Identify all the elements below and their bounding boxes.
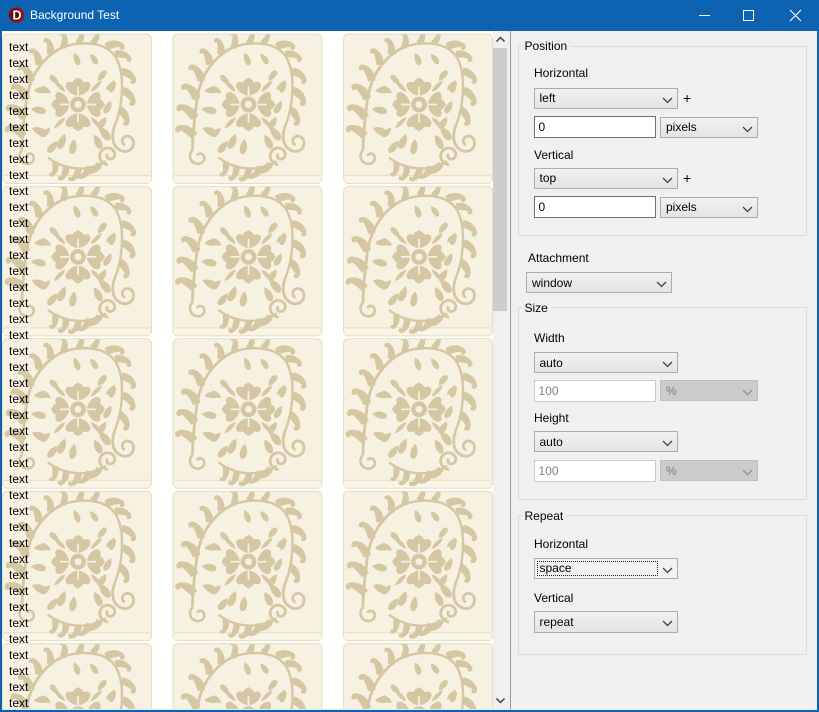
svg-text:D: D xyxy=(12,9,21,23)
